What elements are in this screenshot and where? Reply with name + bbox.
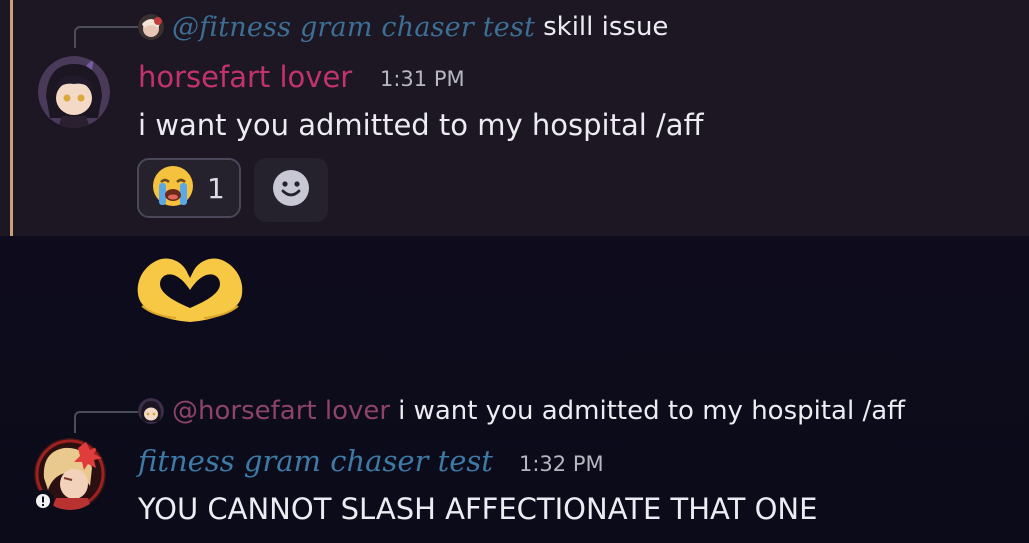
reply-connector (74, 26, 138, 48)
reply-avatar (138, 14, 164, 40)
reply-avatar (138, 398, 164, 424)
add-reaction-button[interactable] (254, 158, 328, 222)
reply-connector (74, 411, 138, 433)
reply-preview[interactable]: @fitness gram chaser test skill issue (138, 10, 668, 44)
timestamp[interactable]: 1:31 PM (380, 67, 465, 91)
avatar[interactable] (38, 56, 110, 128)
reply-mention[interactable]: @fitness gram chaser test (172, 12, 535, 43)
reaction-count: 1 (207, 171, 225, 205)
reply-mention[interactable]: @horsefart lover (172, 396, 390, 426)
status-icon (32, 490, 54, 512)
author-name[interactable]: horsefart lover (138, 60, 352, 94)
reply-preview[interactable]: @horsefart lover i want you admitted to … (138, 394, 905, 428)
mention-highlight-bar (10, 0, 13, 236)
author-name[interactable]: fitness gram chaser test (138, 444, 493, 478)
add-reaction-icon (272, 169, 310, 211)
reply-text: i want you admitted to my hospital /aff (398, 396, 906, 426)
message-content: YOU CANNOT SLASH AFFECTIONATE THAT ONE (138, 492, 818, 526)
reaction-button[interactable]: 1 (137, 158, 241, 218)
chat-view: @fitness gram chaser test skill issue ho… (0, 0, 1029, 543)
heart-hands-emoji[interactable] (136, 254, 244, 326)
timestamp[interactable]: 1:32 PM (519, 452, 604, 476)
reply-text: skill issue (543, 12, 669, 42)
message-content: i want you admitted to my hospital /aff (138, 108, 704, 142)
loudly-crying-face-emoji (151, 164, 195, 212)
